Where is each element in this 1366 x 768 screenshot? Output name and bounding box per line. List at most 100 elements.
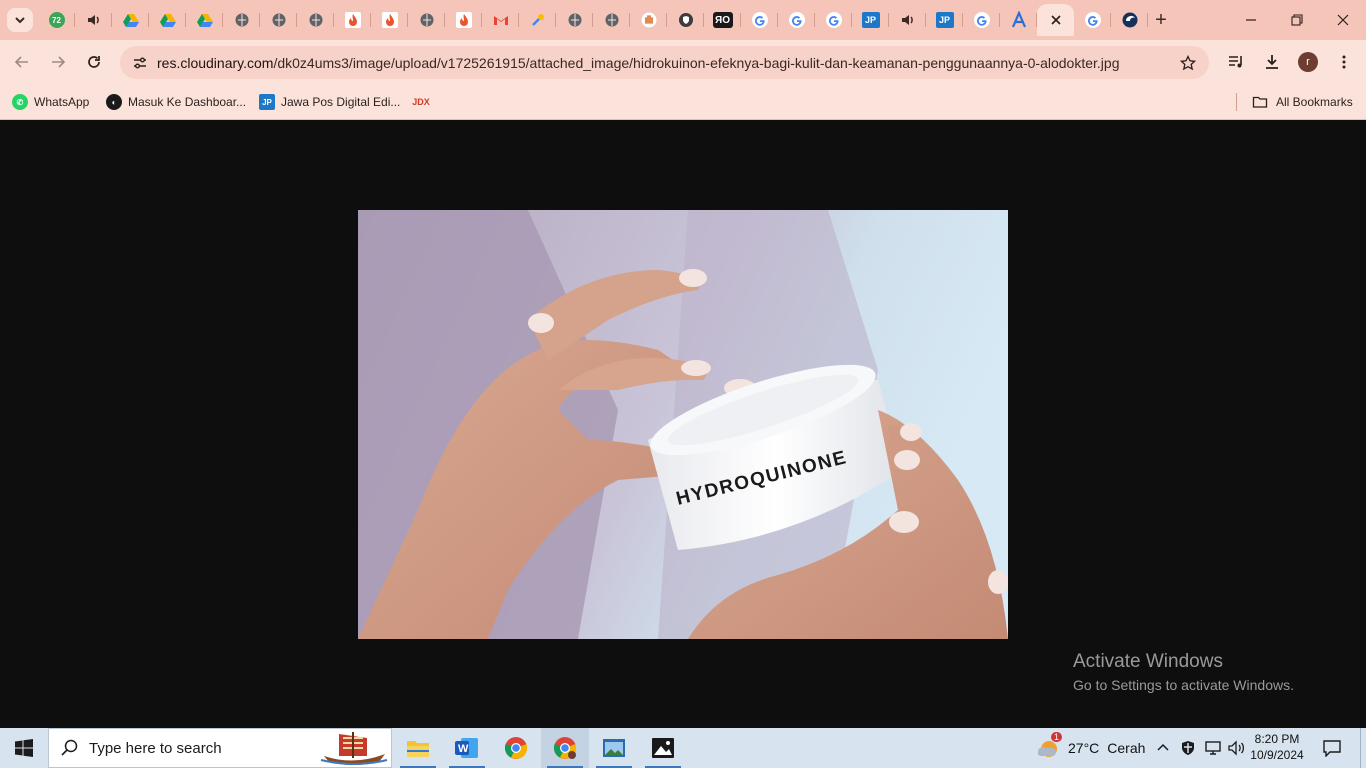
tab-8[interactable] xyxy=(297,4,334,36)
taskbar-file-explorer[interactable] xyxy=(394,728,442,768)
reload-button[interactable] xyxy=(80,48,108,76)
media-controls-button[interactable] xyxy=(1222,48,1250,76)
edge-icon xyxy=(1122,12,1137,28)
forward-button[interactable] xyxy=(44,48,72,76)
tab-2[interactable] xyxy=(75,4,112,36)
tab-17[interactable] xyxy=(630,4,667,36)
tab-3[interactable] xyxy=(112,4,149,36)
gmail-icon xyxy=(493,16,508,25)
bookmark-label: Masuk Ke Dashboar... xyxy=(128,95,247,109)
chevron-down-icon xyxy=(15,17,25,24)
show-desktop-divider[interactable] xyxy=(1360,728,1361,768)
tray-overflow-button[interactable] xyxy=(1156,728,1170,768)
start-button[interactable] xyxy=(0,728,48,768)
tab-9[interactable] xyxy=(334,4,371,36)
hand-icon xyxy=(641,12,656,28)
tab-22[interactable] xyxy=(815,4,852,36)
tab-6[interactable] xyxy=(223,4,260,36)
taskbar-word[interactable]: W xyxy=(443,728,491,768)
network-tray-icon[interactable] xyxy=(1204,728,1222,768)
tab-30[interactable] xyxy=(1111,4,1148,36)
tab-19[interactable]: ЯO xyxy=(704,4,741,36)
taskbar-photos-viewer[interactable] xyxy=(590,728,638,768)
search-icon xyxy=(61,739,78,756)
taskbar-chrome-profile[interactable] xyxy=(541,728,589,768)
tab-12[interactable] xyxy=(445,4,482,36)
tab-26[interactable] xyxy=(963,4,1000,36)
browser-menu-button[interactable] xyxy=(1330,48,1358,76)
tab-14[interactable] xyxy=(519,4,556,36)
taskbar-search[interactable]: Type here to search xyxy=(48,728,392,768)
weather-text: Cerah xyxy=(1107,740,1146,756)
viking-ship-icon xyxy=(320,732,388,765)
tab-20[interactable] xyxy=(741,4,778,36)
folder-icon xyxy=(407,741,429,757)
minimize-button[interactable] xyxy=(1228,0,1274,40)
taskbar-chrome[interactable] xyxy=(492,728,540,768)
bookmark-jawapos[interactable]: JP Jawa Pos Digital Edi... xyxy=(259,92,400,112)
counter-badge-icon: 72 xyxy=(48,12,65,28)
tab-18[interactable] xyxy=(667,4,704,36)
weather-widget[interactable]: 1 27°C Cerah xyxy=(1036,728,1145,768)
drive-icon xyxy=(122,14,139,27)
tab-active[interactable] xyxy=(1037,4,1074,36)
tab-27[interactable] xyxy=(1000,4,1037,36)
tab-11[interactable] xyxy=(408,4,445,36)
bookmark-whatsapp[interactable]: ✆ WhatsApp xyxy=(12,92,89,112)
close-icon xyxy=(1337,14,1349,26)
site-info-button[interactable] xyxy=(128,51,152,75)
tab-13[interactable] xyxy=(482,4,519,36)
bookmarks-bar: ✆ WhatsApp ◐ Masuk Ke Dashboar... JP Jaw… xyxy=(0,84,1366,120)
bookmark-star-button[interactable] xyxy=(1177,52,1199,74)
tab-list: 72 ЯO JP JP xyxy=(38,4,1148,36)
image-viewer: HYDROQUINONE Activate Windows Go to Sett… xyxy=(0,121,1366,728)
tab-5[interactable] xyxy=(186,4,223,36)
bookmarks-separator xyxy=(1236,93,1237,111)
tab-4[interactable] xyxy=(149,4,186,36)
hydroquinone-photo[interactable]: HYDROQUINONE xyxy=(358,210,1008,639)
drive-icon xyxy=(196,14,213,27)
google-icon xyxy=(788,12,805,28)
bookmark-jdx[interactable]: JDX xyxy=(412,92,435,112)
globe-icon xyxy=(568,13,581,27)
word-icon: W xyxy=(455,738,478,758)
tab-search-button[interactable] xyxy=(7,8,33,32)
new-tab-button[interactable]: + xyxy=(1148,8,1174,32)
tab-23[interactable]: JP xyxy=(852,4,889,36)
all-bookmarks-button[interactable]: All Bookmarks xyxy=(1252,92,1353,112)
watermark-subtitle: Go to Settings to activate Windows. xyxy=(1073,677,1294,693)
download-icon xyxy=(1266,55,1278,69)
restore-button[interactable] xyxy=(1274,0,1320,40)
tab-7[interactable] xyxy=(260,4,297,36)
close-window-button[interactable] xyxy=(1320,0,1366,40)
flame-icon xyxy=(455,12,472,28)
system-clock[interactable]: 8:20 PM 10/9/2024 xyxy=(1250,731,1304,763)
taskbar-photos[interactable] xyxy=(639,728,687,768)
address-bar[interactable]: res.cloudinary.com/dk0z4ums3/image/uploa… xyxy=(120,46,1209,79)
tab-10[interactable] xyxy=(371,4,408,36)
tab-1[interactable]: 72 xyxy=(38,4,75,36)
volume-tray-icon[interactable] xyxy=(1228,728,1246,768)
reload-icon xyxy=(88,56,100,68)
close-icon[interactable] xyxy=(1050,14,1062,26)
notification-center-button[interactable] xyxy=(1322,728,1342,768)
jp-icon: JP xyxy=(935,12,954,28)
globe-icon xyxy=(272,13,285,27)
tab-24[interactable] xyxy=(889,4,926,36)
defender-tray-icon[interactable] xyxy=(1180,728,1196,768)
downloads-button[interactable] xyxy=(1258,48,1286,76)
tab-29[interactable] xyxy=(1074,4,1111,36)
profile-button[interactable]: r xyxy=(1294,48,1322,76)
tab-21[interactable] xyxy=(778,4,815,36)
tab-16[interactable] xyxy=(593,4,630,36)
jdx-icon: JDX xyxy=(412,97,430,107)
plus-icon: + xyxy=(1155,8,1167,31)
windows-logo-icon xyxy=(15,739,33,757)
url-text[interactable]: res.cloudinary.com/dk0z4ums3/image/uploa… xyxy=(157,55,1119,71)
bookmark-dashboard[interactable]: ◐ Masuk Ke Dashboar... xyxy=(106,92,246,112)
bookmark-label: Jawa Pos Digital Edi... xyxy=(281,95,401,109)
back-button[interactable] xyxy=(8,48,36,76)
tab-15[interactable] xyxy=(556,4,593,36)
speaker-icon xyxy=(87,15,99,25)
tab-25[interactable]: JP xyxy=(926,4,963,36)
